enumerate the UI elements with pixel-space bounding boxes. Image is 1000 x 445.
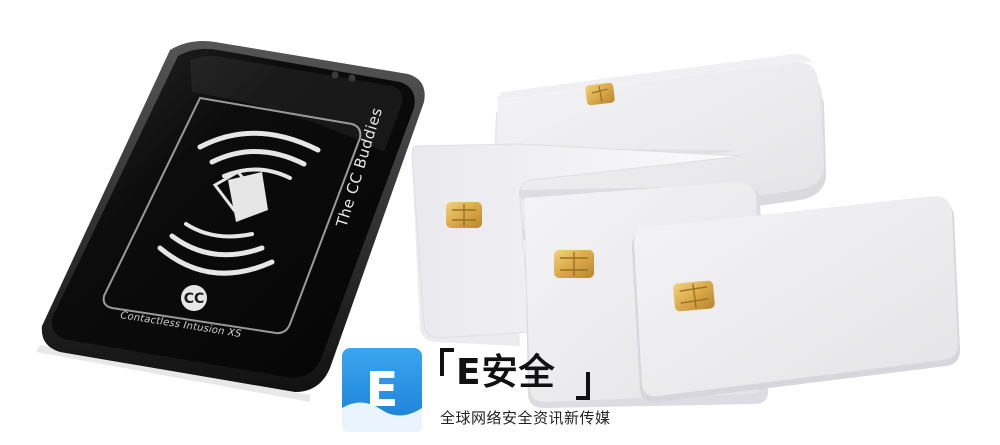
bracket-decoration <box>576 372 590 400</box>
brand-name: E安全 <box>456 352 556 393</box>
smart-chip-icon <box>585 82 615 106</box>
e-brand-tile-icon: E <box>342 348 422 432</box>
brand-wordmark: E安全 <box>440 348 590 400</box>
smart-chip-icon <box>446 202 482 228</box>
svg-text:E: E <box>366 362 399 418</box>
smart-card <box>632 196 960 403</box>
smart-chip-icon <box>673 280 715 312</box>
led-indicator-icon <box>348 74 356 82</box>
brand-tagline: 全球网络安全资讯新传媒 <box>440 409 611 427</box>
svg-text:CC: CC <box>184 291 205 307</box>
watermark-logo: E E安全 全球网络安全资讯新传媒 <box>340 346 610 441</box>
led-indicator-icon <box>331 71 339 79</box>
smart-chip-icon <box>554 250 594 278</box>
cc-logo-icon: CC <box>181 285 207 311</box>
bracket-decoration <box>440 348 454 376</box>
